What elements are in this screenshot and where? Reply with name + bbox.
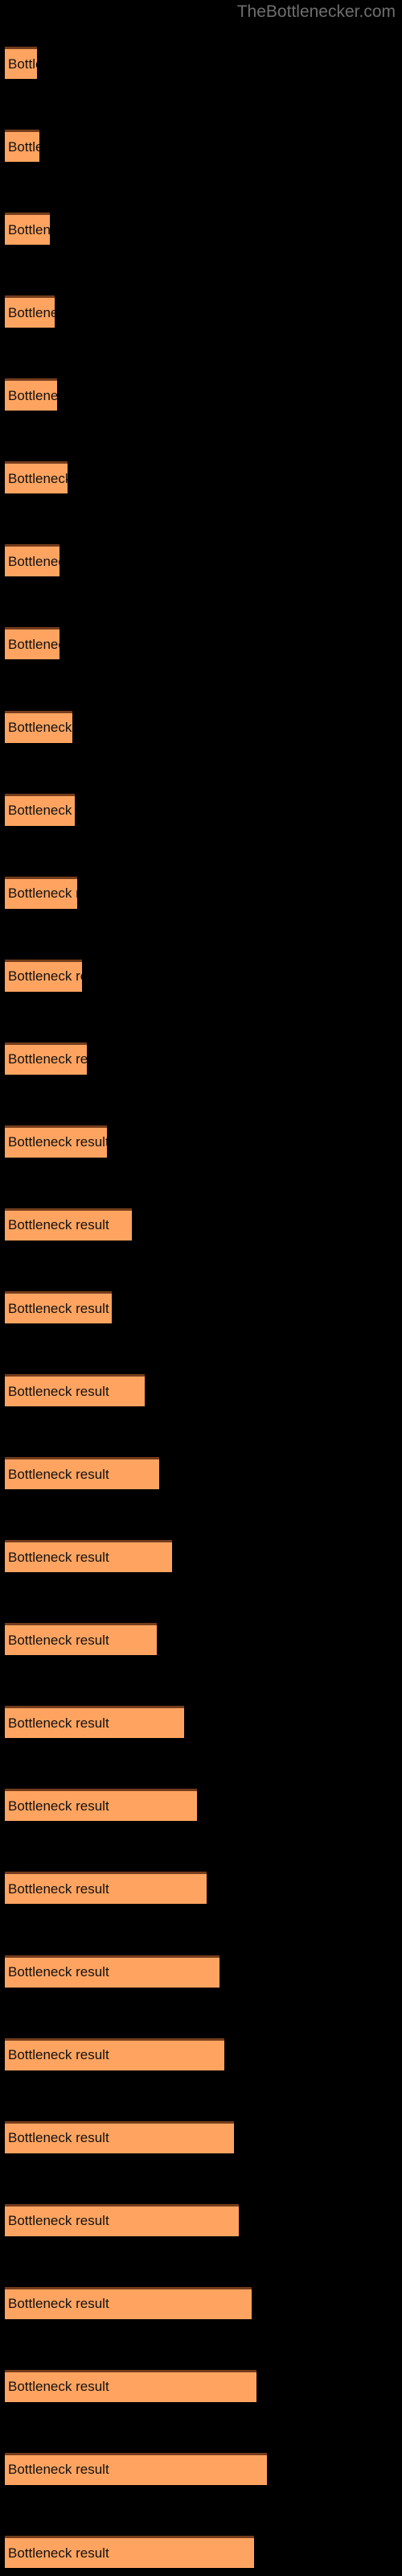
bar-label: Bottleneck result — [8, 1217, 109, 1233]
bars-container: Bottleneck result Bottleneck result Bottle… — [0, 0, 402, 2576]
bar[interactable]: Bottleneck result — [5, 47, 38, 79]
bar[interactable]: Bottleneck result — [5, 295, 55, 328]
bar-label: Bottleneck result — [8, 1466, 109, 1482]
bar-label: Bottleneck result — [8, 304, 55, 320]
bar-label: Bottleneck result — [8, 720, 72, 736]
bar[interactable]: Bottleneck result — [5, 2203, 240, 2236]
bar[interactable]: Bottleneck result — [5, 2120, 235, 2153]
bar-label: Bottleneck result — [8, 138, 39, 155]
bar[interactable]: Bottleneck result — [5, 710, 72, 743]
bar-label: Bottleneck result — [8, 2462, 109, 2478]
bar[interactable]: Bottleneck result — [5, 1374, 145, 1407]
bar-label: Bottleneck result — [8, 1964, 109, 1980]
bar-label: Bottleneck result — [8, 1051, 88, 1067]
bar[interactable]: Bottleneck result — [5, 1789, 197, 1822]
bar-label: Bottleneck result — [8, 470, 68, 486]
bar[interactable]: Bottleneck result — [5, 1955, 219, 1988]
bar-label: Bottleneck result — [8, 2213, 109, 2229]
bar[interactable]: Bottleneck result — [5, 461, 68, 494]
bar[interactable]: Bottleneck result — [5, 793, 75, 826]
bar[interactable]: Bottleneck result — [5, 959, 83, 992]
bar-chart: TheBottlenecker.com Bottleneck resultBot… — [0, 0, 402, 2576]
bar[interactable]: Bottleneck result — [5, 1291, 113, 1323]
bar-label: Bottleneck result — [8, 1798, 109, 1814]
bar[interactable]: Bottleneck result — [5, 1706, 185, 1739]
bar-label: Bottleneck result — [8, 2379, 109, 2395]
bar-label: Bottleneck result — [8, 803, 75, 819]
bar-label: Bottleneck result — [8, 387, 57, 403]
bar[interactable]: Bottleneck result — [5, 2037, 224, 2070]
bar[interactable]: Bottleneck result — [5, 2536, 254, 2568]
bar[interactable]: Bottleneck result — [5, 1457, 160, 1490]
bar[interactable]: Bottleneck result — [5, 1540, 172, 1573]
bar[interactable]: Bottleneck result — [5, 1623, 158, 1656]
bar-label: Bottleneck result — [8, 968, 82, 985]
bar-label: Bottleneck result — [8, 2047, 109, 2063]
bar[interactable]: Bottleneck result — [5, 1208, 133, 1241]
bar-label: Bottleneck result — [8, 1134, 108, 1150]
bar[interactable]: Bottleneck result — [5, 130, 40, 163]
bar-label: Bottleneck result — [8, 1383, 109, 1399]
bar[interactable]: Bottleneck result — [5, 627, 60, 660]
bar[interactable]: Bottleneck result — [5, 2369, 257, 2402]
bar[interactable]: Bottleneck result — [5, 1042, 88, 1075]
bar[interactable]: Bottleneck result — [5, 1125, 108, 1158]
bar-label: Bottleneck result — [8, 221, 50, 237]
bar-label: Bottleneck result — [8, 1715, 109, 1731]
bar-label: Bottleneck result — [8, 636, 59, 652]
bar-label: Bottleneck result — [8, 1300, 109, 1316]
bar-label: Bottleneck result — [8, 553, 59, 569]
bar[interactable]: Bottleneck result — [5, 2286, 252, 2319]
bar-label: Bottleneck result — [8, 886, 77, 902]
bar[interactable]: Bottleneck result — [5, 378, 58, 411]
bar-label: Bottleneck result — [8, 2545, 109, 2561]
bar[interactable]: Bottleneck result — [5, 544, 60, 577]
bar-label: Bottleneck result — [8, 56, 37, 72]
bar-label: Bottleneck result — [8, 2130, 109, 2146]
bar-label: Bottleneck result — [8, 2296, 109, 2312]
bar[interactable]: Bottleneck result — [5, 213, 50, 246]
bar[interactable]: Bottleneck result — [5, 876, 77, 909]
bar-label: Bottleneck result — [8, 1880, 109, 1897]
bar-label: Bottleneck result — [8, 1549, 109, 1565]
bar[interactable]: Bottleneck result — [5, 1872, 207, 1905]
bar-label: Bottleneck result — [8, 1632, 109, 1648]
bar[interactable]: Bottleneck result — [5, 2452, 267, 2485]
